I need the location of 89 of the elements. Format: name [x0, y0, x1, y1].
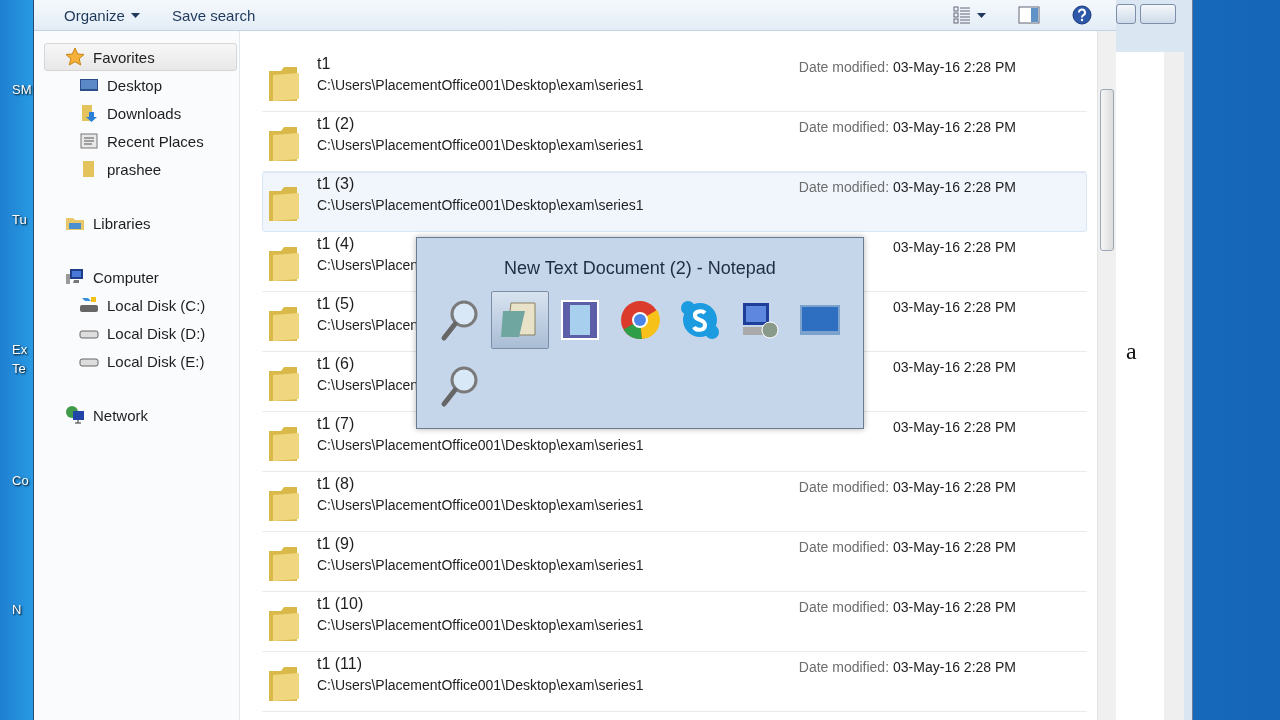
file-row[interactable]: t1 (11) C:\Users\PlacementOffice001\Desktop\exam\series1 Date modified: 03-May-16 2:28 PM — [262, 652, 1087, 712]
chat-bubble-icon — [680, 300, 720, 340]
nav-item[interactable]: Local Disk (C:) — [44, 291, 237, 319]
file-row[interactable]: t1 (10) C:\Users\PlacementOffice001\Desktop\exam\series1 Date modified: 03-May-16 2:28 PM — [262, 592, 1087, 652]
save-search-button[interactable]: Save search — [159, 2, 268, 28]
nav-item[interactable]: Downloads — [44, 99, 237, 127]
file-path: C:\Users\PlacementOffice001\Desktop\exam\series1 — [317, 617, 644, 633]
document-icon — [79, 131, 99, 151]
file-path: C:\Users\PlacementOffice001\Desktop\exam\series1 — [317, 77, 644, 93]
magnifier-icon — [440, 364, 480, 408]
file-row[interactable]: t1 (8) C:\Users\PlacementOffice001\Desktop\exam\series1 Date modified: 03-May-16 2:28 PM — [262, 472, 1087, 532]
window-title: New Text Document (2) - Notepad — [503, 258, 777, 279]
pane-icon — [1018, 6, 1040, 24]
file-row[interactable]: t1 C:\Users\PlacementOffice001\Desktop\exam\series1 Date modified: 03-May-16 2:28 PM — [262, 52, 1087, 112]
nav-item[interactable]: Local Disk (D:) — [44, 319, 237, 347]
date-label: Date modified: — [798, 179, 890, 195]
file-path: C:\Users\Placen — [317, 257, 419, 273]
date-value: 03-May-16 2:28 PM — [893, 359, 1016, 375]
file-name: t1 (10) — [317, 595, 364, 613]
help-icon — [1072, 5, 1092, 25]
date-value: 03-May-16 2:28 PM — [893, 239, 1016, 255]
nav-item[interactable]: Local Disk (E:) — [44, 347, 237, 375]
globe-icon — [65, 405, 85, 425]
caret-icon — [977, 12, 986, 18]
date-label: Date modified: — [798, 479, 890, 495]
date-value: 03-May-16 2:28 PM — [893, 299, 1016, 315]
file-name: t1 (7) — [317, 415, 355, 433]
date-label: Date modified: — [798, 539, 890, 555]
file-name: t1 (8) — [317, 475, 355, 493]
screen-icon — [799, 304, 841, 336]
window-thumbnail[interactable] — [491, 291, 549, 349]
desktop-icon-label[interactable]: N — [12, 602, 22, 617]
file-row[interactable]: t1 (3) C:\Users\PlacementOffice001\Desktop\exam\series1 Date modified: 03-May-16 2:28 PM — [262, 172, 1087, 232]
file-path: C:\Users\Placen — [317, 317, 419, 333]
computer-icon — [65, 267, 85, 287]
file-path: C:\Users\PlacementOffice001\Desktop\exam\series1 — [317, 497, 644, 513]
date-value: 03-May-16 2:28 PM — [893, 59, 1016, 75]
magnifier-icon — [440, 298, 480, 342]
date-value: 03-May-16 2:28 PM — [893, 119, 1016, 135]
date-label: Date modified: — [798, 119, 890, 135]
nav-group-header[interactable]: Libraries — [44, 209, 237, 237]
file-name: t1 (6) — [317, 355, 355, 373]
file-path: C:\Users\PlacementOffice001\Desktop\exam\series1 — [317, 137, 644, 153]
nav-item[interactable]: Desktop — [44, 71, 237, 99]
desktop-icon-label[interactable]: Co — [12, 473, 29, 488]
file-name: t1 (9) — [317, 535, 355, 553]
folder-icon — [79, 103, 99, 123]
file-name: t1 (4) — [317, 235, 355, 253]
nav-item[interactable]: prashee — [44, 155, 237, 183]
maximize-button[interactable] — [1116, 4, 1136, 24]
date-value: 03-May-16 2:28 PM — [893, 539, 1016, 555]
file-path: C:\Users\PlacementOffice001\Desktop\exam\series1 — [317, 197, 644, 213]
file-name: t1 (3) — [317, 175, 355, 193]
desktop-icon-label[interactable]: Ex — [12, 342, 28, 357]
file-path: C:\Users\PlacementOffice001\Desktop\exam\series1 — [317, 557, 644, 573]
text-area[interactable]: a — [1116, 52, 1164, 720]
file-name: t1 (5) — [317, 295, 355, 313]
nav-item[interactable]: Recent Places — [44, 127, 237, 155]
scrollbar[interactable] — [1097, 31, 1116, 720]
document-text: a — [1126, 338, 1137, 365]
file-path: C:\Users\PlacementOffice001\Desktop\exam\series1 — [317, 677, 644, 693]
date-label: Date modified: — [798, 659, 890, 675]
caret-icon — [130, 12, 140, 18]
file-path: C:\Users\PlacementOffice001\Desktop\exam\series1 — [317, 437, 644, 453]
date-label: Date modified: — [798, 599, 890, 615]
file-row[interactable]: t1 (9) C:\Users\PlacementOffice001\Desktop\exam\series1 Date modified: 03-May-16 2:28 PM — [262, 532, 1087, 592]
scrollbar[interactable] — [1164, 52, 1184, 720]
date-value: 03-May-16 2:28 PM — [893, 419, 1016, 435]
scroll-thumb[interactable] — [1100, 89, 1114, 251]
chrome-icon — [620, 300, 660, 340]
date-label: Date modified: — [798, 59, 890, 75]
file-name: t1 (11) — [317, 655, 363, 673]
nav-group-header[interactable]: Network — [44, 401, 237, 429]
drive-icon — [79, 295, 99, 315]
date-value: 03-May-16 2:28 PM — [893, 479, 1016, 495]
close-button[interactable] — [1140, 4, 1176, 24]
date-value: 03-May-16 2:28 PM — [893, 599, 1016, 615]
date-value: 03-May-16 2:28 PM — [893, 179, 1016, 195]
organize-button[interactable]: Organize — [52, 2, 152, 28]
file-path: C:\Users\Placen — [317, 377, 419, 393]
file-name: t1 — [317, 55, 331, 73]
film-icon — [560, 299, 600, 341]
file-name: t1 (2) — [317, 115, 355, 133]
nav-group-header[interactable]: Computer — [44, 263, 237, 291]
star-icon — [65, 47, 85, 67]
list-view-icon — [953, 6, 971, 24]
nav-group-header[interactable]: Favorites — [44, 43, 237, 71]
date-value: 03-May-16 2:28 PM — [893, 659, 1016, 675]
remote-desktop-icon — [740, 300, 780, 340]
